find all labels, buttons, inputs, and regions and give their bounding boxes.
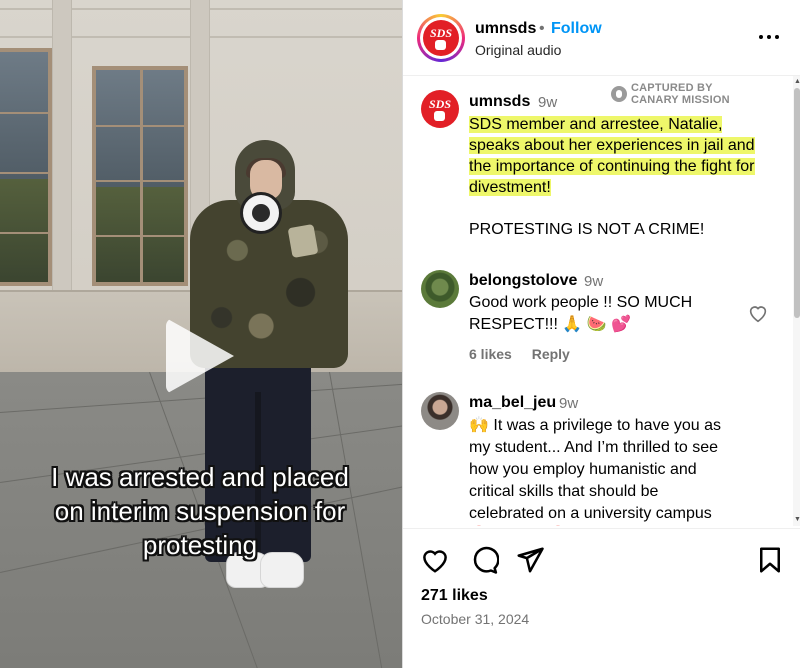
video-player[interactable]: I was arrested and placed on interim sus… [0, 0, 402, 668]
share-paper-plane-icon[interactable] [515, 545, 545, 575]
caption-line: I was arrested and placed [51, 462, 349, 492]
comment-likes[interactable]: 6 likes [469, 346, 512, 362]
video-caption: I was arrested and placed on interim sus… [20, 460, 380, 562]
comment-meta: 6 likes Reply [469, 346, 586, 362]
post-header: SDS umnsds • Follow Original audio [403, 0, 800, 76]
post-time[interactable]: 9w [538, 94, 557, 111]
post-actions-bar: 271 likes October 31, 2024 [403, 528, 800, 668]
post-caption: SDS member and arrestee, Natalie, speaks… [469, 114, 769, 261]
reply-button[interactable]: Reply [532, 346, 570, 362]
caption-line: protesting [142, 530, 258, 560]
canary-mission-watermark: CAPTURED BY CANARY MISSION [611, 82, 741, 108]
more-options-icon[interactable] [755, 22, 783, 50]
commenter-avatar[interactable] [421, 270, 459, 308]
comment-username[interactable]: ma_bel_jeu [469, 394, 556, 412]
megaphone [240, 192, 282, 234]
caption-line: on interim suspension for [54, 496, 346, 526]
sds-logo: SDS [423, 20, 459, 56]
header-separator: • [539, 20, 545, 37]
like-heart-icon[interactable] [420, 545, 450, 575]
caption-line-2: PROTESTING IS NOT A CRIME! [469, 221, 705, 238]
post-author-username[interactable]: umnsds [469, 93, 530, 111]
comments-scroll-area[interactable]: SDS umnsds 9w CAPTURED BY CANARY MISSION… [403, 76, 793, 526]
follow-button[interactable]: Follow [551, 20, 602, 38]
highlighted-caption: SDS member and arrestee, Natalie, speaks… [469, 116, 755, 196]
instagram-post-view: I was arrested and placed on interim sus… [0, 0, 800, 668]
header-username[interactable]: umnsds [475, 20, 536, 38]
audio-link[interactable]: Original audio [475, 42, 561, 58]
canary-icon [611, 86, 627, 102]
comment-heart-icon[interactable] [747, 302, 769, 324]
comment-text: Good work people !! SO MUCH RESPECT!!! 🙏… [469, 294, 693, 333]
comment-username[interactable]: belongstolove [469, 272, 577, 290]
comment-time: 9w [584, 273, 604, 290]
comment-text: 🙌 It was a privilege to have you as my s… [469, 417, 722, 522]
post-date[interactable]: October 31, 2024 [421, 611, 529, 627]
likes-count[interactable]: 271 likes [421, 587, 488, 605]
commenter-avatar[interactable] [421, 392, 459, 430]
comments-scrollbar[interactable]: ▲ ▼ [793, 76, 800, 526]
story-ring-avatar[interactable]: SDS [417, 14, 465, 62]
save-bookmark-icon[interactable] [755, 545, 785, 575]
play-icon[interactable] [166, 318, 234, 394]
post-side-panel: SDS umnsds • Follow Original audio SDS u… [402, 0, 800, 668]
post-author-avatar[interactable]: SDS [421, 90, 459, 128]
comment-time: 9w [559, 395, 579, 412]
comment-bubble-icon[interactable] [469, 545, 499, 575]
